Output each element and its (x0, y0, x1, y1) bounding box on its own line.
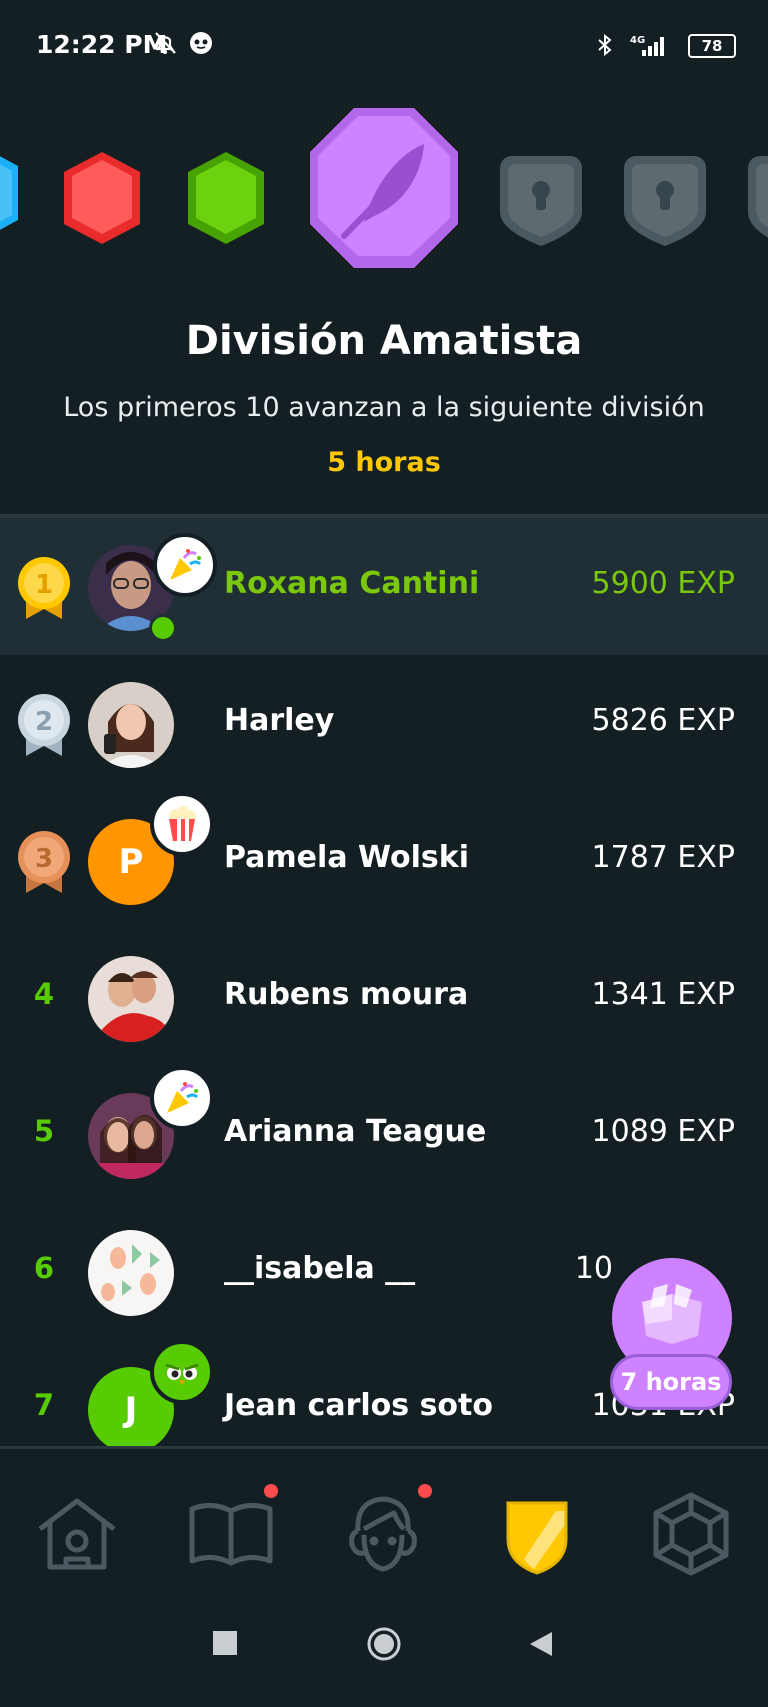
leaderboard-row[interactable]: 3 P Pamela Wolski 1787 EXP (0, 792, 768, 929)
division-subtitle: Los primeros 10 avanzan a la siguiente d… (63, 392, 705, 423)
user-xp: 5900 EXP (591, 566, 735, 601)
tab-home[interactable] (32, 1489, 122, 1579)
avatar[interactable] (88, 1230, 174, 1316)
rank-number: 6 (33, 1251, 55, 1285)
division-time-left: 5 horas (327, 447, 441, 478)
signal-icon: 4G (630, 35, 664, 56)
angry-owl-icon (150, 1340, 214, 1404)
tab-leaderboard[interactable] (492, 1489, 582, 1579)
rank-number: 1 (35, 570, 53, 600)
leaderboard-row[interactable]: 1 Roxana Cantini 5900 EXP (0, 518, 768, 655)
green-league-badge[interactable] (182, 148, 270, 248)
back-triangle-icon (530, 1632, 552, 1656)
gem-icon (653, 1492, 729, 1576)
user-name: Harley (224, 703, 335, 738)
rank-number: 5 (33, 1114, 55, 1148)
circle-icon (367, 1627, 401, 1661)
notification-dot (264, 1484, 278, 1498)
floating-chest-timer[interactable]: 7 horas (610, 1354, 732, 1410)
square-icon (213, 1631, 237, 1655)
rank-number: 2 (35, 707, 53, 737)
rank-number: 7 (33, 1388, 55, 1422)
shield-icon (506, 1501, 568, 1575)
status-icons-right: 4G (596, 32, 676, 62)
user-xp: 1787 EXP (591, 840, 735, 875)
avatar[interactable] (88, 682, 174, 768)
recent-apps-button[interactable] (212, 1630, 238, 1656)
book-icon (189, 1503, 273, 1566)
party-popper-icon (153, 533, 217, 597)
red-league-badge[interactable] (58, 148, 146, 248)
leaderboard-row[interactable]: 4 Rubens moura 1341 EXP (0, 929, 768, 1066)
locked-league-badge[interactable] (496, 150, 586, 250)
party-popper-icon (150, 1066, 214, 1130)
tab-profile[interactable] (338, 1489, 428, 1579)
back-system-button[interactable] (528, 1630, 554, 1658)
battery-icon: 78 (688, 34, 736, 58)
league-badges-row[interactable] (0, 100, 768, 300)
gold-medal-icon: 1 (18, 557, 70, 619)
user-name: __isabela __ (224, 1251, 416, 1286)
leaderboard-row[interactable]: 5 Arianna Teague 1089 EXP (0, 1066, 768, 1203)
tab-stories[interactable] (186, 1489, 276, 1579)
locked-league-badge[interactable] (620, 150, 710, 250)
online-indicator (149, 614, 177, 642)
notification-dot (418, 1484, 432, 1498)
bronze-medal-icon: 3 (18, 831, 70, 893)
user-xp: 1089 EXP (591, 1114, 735, 1149)
amethyst-league-badge[interactable] (304, 104, 464, 272)
avatar[interactable] (88, 956, 174, 1042)
home-system-button[interactable] (366, 1626, 402, 1662)
leaderboard-row[interactable]: 2 Harley 5826 EXP (0, 655, 768, 792)
system-nav-bar[interactable] (0, 1600, 768, 1707)
status-time: 12:22 PM (36, 30, 168, 59)
rank-number: 4 (33, 977, 55, 1011)
bluetooth-icon (598, 33, 612, 57)
status-bar: 12:22 PM 4G 78 (0, 0, 768, 90)
user-xp: 1341 EXP (591, 977, 735, 1012)
rank-number: 3 (35, 844, 53, 874)
blue-league-badge[interactable] (0, 148, 24, 238)
user-xp: 10 (574, 1251, 613, 1286)
app-notification-icon (190, 32, 212, 54)
tab-shop[interactable] (646, 1489, 736, 1579)
popcorn-icon (150, 792, 214, 856)
status-icons-left (152, 30, 232, 60)
user-xp: 5826 EXP (591, 703, 735, 738)
user-name: Arianna Teague (224, 1114, 487, 1149)
user-name: Pamela Wolski (224, 840, 470, 875)
user-name: Jean carlos soto (224, 1388, 493, 1423)
division-title: División Amatista (185, 318, 583, 364)
home-icon (38, 1498, 116, 1570)
user-name: Rubens moura (224, 977, 469, 1012)
bottom-tab-bar[interactable] (0, 1449, 768, 1599)
silver-medal-icon: 2 (18, 694, 70, 756)
locked-league-badge[interactable] (744, 150, 768, 250)
mute-bell-icon (155, 32, 176, 54)
network-type: 4G (630, 35, 645, 46)
user-name: Roxana Cantini (224, 566, 480, 601)
face-icon (349, 1496, 417, 1572)
